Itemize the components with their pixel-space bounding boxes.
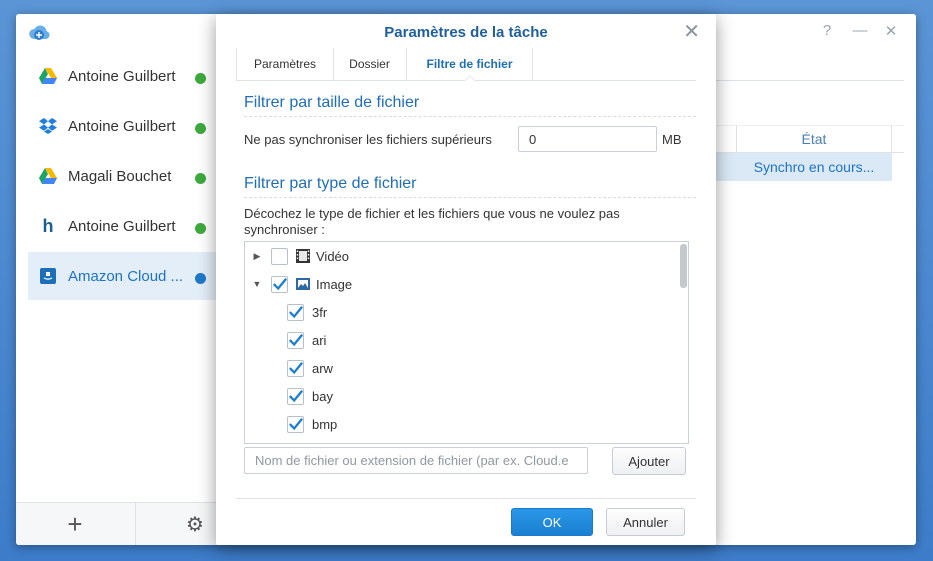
type-filter-heading: Filtrer par type de fichier bbox=[244, 175, 417, 192]
account-label: Antoine Guilbert bbox=[68, 217, 176, 235]
account-sidebar: Antoine Guilbert Antoine Guilbert Magali… bbox=[16, 52, 228, 503]
active-tab-caret bbox=[463, 75, 476, 81]
max-size-label: Ne pas synchroniser les fichiers supérie… bbox=[244, 132, 492, 147]
status-ok-icon bbox=[195, 173, 206, 184]
status-ok-icon bbox=[195, 123, 206, 134]
task-grid-row[interactable]: Synchro en cours... bbox=[716, 153, 892, 181]
section-divider bbox=[244, 197, 696, 199]
tree-row-bay[interactable]: bay bbox=[245, 382, 674, 410]
tree-row-image[interactable]: ▼ Image bbox=[245, 270, 674, 298]
dropbox-icon bbox=[38, 116, 58, 136]
status-syncing-icon bbox=[195, 273, 206, 284]
tab-label: Paramètres bbox=[253, 57, 317, 71]
tree-label: bay bbox=[312, 388, 333, 404]
video-film-icon bbox=[295, 248, 311, 264]
tree-scrollbar[interactable] bbox=[680, 244, 687, 288]
sync-status: Synchro en cours... bbox=[753, 159, 875, 175]
file-type-tree: ▶ Vidéo ▼ Image 3fr ari arw bay bmp bbox=[244, 241, 689, 444]
google-drive-icon bbox=[38, 166, 58, 186]
task-grid-header: État bbox=[716, 125, 904, 153]
tab-dossier[interactable]: Dossier bbox=[333, 48, 407, 80]
ext-checkbox[interactable] bbox=[287, 303, 304, 321]
account-label: Magali Bouchet bbox=[68, 167, 172, 185]
ok-button[interactable]: OK bbox=[511, 508, 593, 536]
tab-parametres[interactable]: Paramètres bbox=[236, 48, 334, 80]
video-checkbox[interactable] bbox=[271, 247, 288, 265]
account-label: Amazon Cloud ... bbox=[68, 267, 184, 285]
status-ok-icon bbox=[195, 73, 206, 84]
ext-checkbox[interactable] bbox=[287, 415, 304, 433]
expand-arrow-icon[interactable]: ▶ bbox=[251, 251, 263, 262]
tree-row-ari[interactable]: ari bbox=[245, 326, 674, 354]
tree-row-arw[interactable]: arw bbox=[245, 354, 674, 382]
status-ok-icon bbox=[195, 223, 206, 234]
size-unit: MB bbox=[662, 132, 682, 147]
help-icon[interactable]: ? bbox=[818, 22, 836, 39]
gear-icon: ⚙ bbox=[186, 513, 204, 536]
cancel-button[interactable]: Annuler bbox=[606, 508, 685, 536]
size-filter-heading: Filtrer par taille de fichier bbox=[244, 94, 420, 111]
column-header-state[interactable]: État bbox=[736, 131, 892, 147]
tree-label: Image bbox=[316, 276, 353, 292]
tree-label: 3fr bbox=[312, 304, 328, 320]
account-label: Antoine Guilbert bbox=[68, 67, 176, 85]
dialog-tabs: Paramètres Dossier Filtre de fichier bbox=[236, 48, 696, 81]
ext-checkbox[interactable] bbox=[287, 359, 304, 377]
close-window-icon[interactable]: ✕ bbox=[882, 22, 900, 40]
section-divider bbox=[244, 116, 696, 118]
sidebar-toolbar: + ⚙ bbox=[16, 502, 216, 545]
collapse-arrow-icon[interactable]: ▼ bbox=[251, 279, 263, 289]
column-divider bbox=[891, 126, 892, 152]
minimize-icon[interactable]: — bbox=[851, 22, 869, 39]
tab-label: Dossier bbox=[349, 57, 390, 71]
footer-divider bbox=[236, 498, 696, 499]
image-checkbox[interactable] bbox=[271, 275, 288, 293]
add-filter-button[interactable]: Ajouter bbox=[612, 447, 686, 475]
tree-label: ari bbox=[312, 332, 327, 348]
add-account-button[interactable]: + bbox=[16, 503, 134, 545]
type-filter-description: Décochez le type de fichier et les fichi… bbox=[244, 206, 620, 237]
hubic-icon: h bbox=[42, 215, 54, 236]
max-size-input[interactable] bbox=[518, 126, 657, 152]
google-drive-icon bbox=[38, 66, 58, 86]
cloud-sync-logo-icon bbox=[28, 21, 52, 45]
plus-icon: + bbox=[67, 509, 83, 539]
tree-row-bmp[interactable]: bmp bbox=[245, 410, 674, 438]
ext-checkbox[interactable] bbox=[287, 387, 304, 405]
amazon-cloud-icon bbox=[38, 266, 58, 286]
task-settings-dialog: Paramètres de la tâche ✕ Paramètres Doss… bbox=[216, 14, 716, 545]
tree-label: bmp bbox=[312, 416, 338, 432]
tab-filtre-de-fichier[interactable]: Filtre de fichier bbox=[407, 48, 533, 81]
dialog-title: Paramètres de la tâche bbox=[384, 24, 548, 41]
close-icon[interactable]: ✕ bbox=[683, 22, 700, 42]
account-label: Antoine Guilbert bbox=[68, 117, 176, 135]
tree-row-video[interactable]: ▶ Vidéo bbox=[245, 242, 674, 270]
filename-filter-input[interactable] bbox=[244, 447, 588, 474]
tree-row-3fr[interactable]: 3fr bbox=[245, 298, 674, 326]
ext-checkbox[interactable] bbox=[287, 331, 304, 349]
tab-label: Filtre de fichier bbox=[426, 57, 513, 71]
tree-label: arw bbox=[312, 360, 333, 376]
image-icon bbox=[295, 276, 311, 292]
tree-label: Vidéo bbox=[316, 248, 350, 264]
